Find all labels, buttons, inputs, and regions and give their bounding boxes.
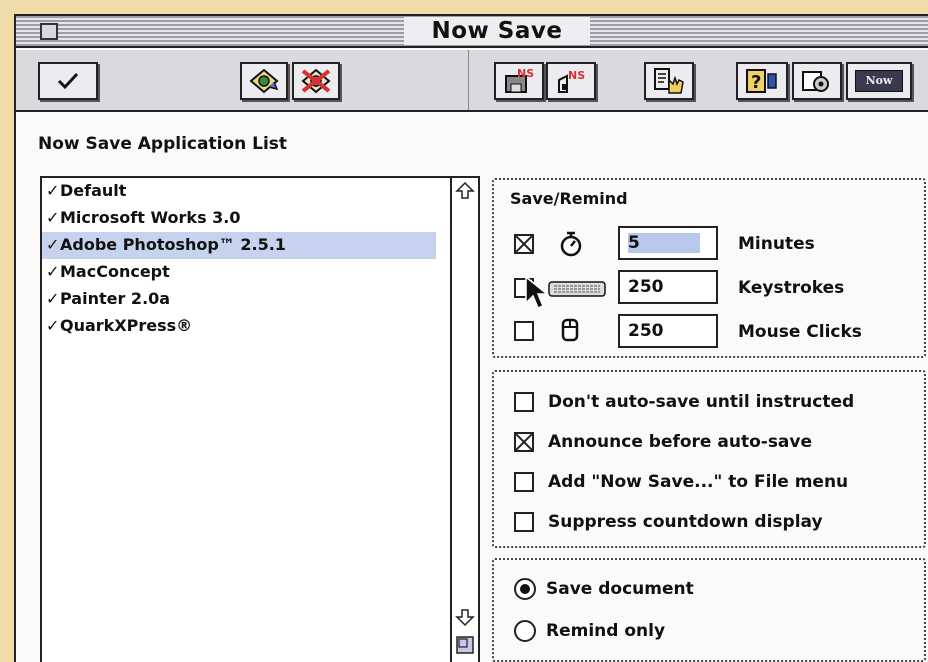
hand-button[interactable] [644, 62, 694, 100]
check-mark-icon: ✓ [46, 262, 60, 281]
list-item-selected[interactable]: ✓Adobe Photoshop™ 2.5.1 [42, 232, 436, 259]
ok-button[interactable] [38, 62, 98, 100]
keystrokes-field[interactable]: 250 [618, 270, 718, 304]
minutes-value: 5 [628, 233, 700, 253]
now-logo-icon: Now [855, 70, 903, 92]
window-title: Now Save [404, 17, 590, 45]
remove-app-icon [301, 68, 331, 94]
option-row[interactable]: Announce before auto-save [514, 432, 812, 452]
now-logo-label: Now [865, 74, 893, 87]
checkmark-icon [57, 72, 79, 90]
check-mark-icon: ✓ [46, 235, 60, 254]
list-item[interactable]: ✓Microsoft Works 3.0 [42, 205, 436, 232]
save-document-label: Save document [546, 579, 694, 599]
title-bar[interactable]: Now Save [16, 16, 928, 48]
mode-group: Save document Remind only [492, 558, 926, 662]
preferences-icon [802, 71, 829, 92]
option-row[interactable]: Suppress countdown display [514, 512, 823, 532]
mouse-icon [561, 318, 579, 342]
keyboard-icon [548, 281, 606, 297]
remind-only-option[interactable]: Remind only [514, 620, 665, 642]
scroll-up-arrow-icon[interactable] [454, 180, 476, 202]
remind-only-radio[interactable] [514, 620, 536, 642]
save-remind-group: Save/Remind 5 Minutes 250 Keystrokes 250… [492, 178, 926, 358]
list-scrollbar[interactable] [450, 178, 478, 662]
toolbar: NS NS ? Now [16, 50, 928, 112]
list-item[interactable]: ✓QuarkXPress® [42, 313, 436, 340]
list-item-label: Painter 2.0a [60, 289, 171, 308]
remind-only-label: Remind only [546, 621, 666, 641]
application-list-items: ✓Default ✓Microsoft Works 3.0 ✓Adobe Pho… [42, 178, 436, 340]
suppress-countdown-checkbox[interactable] [514, 512, 534, 532]
option-row[interactable]: Don't auto-save until instructed [514, 392, 854, 412]
svg-text:NS: NS [517, 67, 534, 80]
mouse-clicks-field[interactable]: 250 [618, 314, 718, 348]
save-document-option[interactable]: Save document [514, 578, 694, 600]
list-item[interactable]: ✓Painter 2.0a [42, 286, 436, 313]
remind-stamp-button[interactable]: NS [546, 62, 596, 100]
list-item[interactable]: ✓MacConcept [42, 259, 436, 286]
remove-app-button[interactable] [292, 62, 340, 100]
option-row[interactable]: Add "Now Save..." to File menu [514, 472, 848, 492]
resize-grip-icon[interactable] [454, 634, 476, 656]
stopwatch-icon [560, 231, 582, 257]
mouse-clicks-checkbox[interactable] [514, 321, 534, 341]
check-mark-icon: ✓ [46, 208, 60, 227]
add-to-file-menu-label: Add "Now Save..." to File menu [548, 472, 849, 492]
save-document-radio[interactable] [514, 578, 536, 600]
announce-label: Announce before auto-save [548, 432, 813, 452]
list-item-label: Adobe Photoshop™ 2.5.1 [60, 235, 286, 254]
mouse-clicks-value: 250 [628, 321, 664, 341]
svg-text:?: ? [751, 72, 761, 93]
options-group: Don't auto-save until instructed Announc… [492, 370, 926, 548]
svg-text:NS: NS [568, 69, 585, 82]
save-stamp-icon: NS [505, 67, 534, 93]
announce-checkbox[interactable] [514, 432, 534, 452]
keystrokes-label: Keystrokes [738, 278, 845, 298]
help-icon: ? [746, 69, 777, 93]
remind-stamp-icon: NS [558, 69, 585, 93]
dont-auto-save-label: Don't auto-save until instructed [548, 392, 855, 412]
minutes-checkbox[interactable] [514, 234, 534, 254]
dont-auto-save-checkbox[interactable] [514, 392, 534, 412]
save-stamp-button[interactable]: NS [494, 62, 544, 100]
app-list-title: Now Save Application List [38, 134, 288, 154]
list-item-label: MacConcept [60, 262, 170, 281]
preferences-button[interactable] [792, 62, 842, 100]
help-button[interactable]: ? [736, 62, 788, 100]
keystrokes-value: 250 [628, 277, 664, 297]
arrow-cursor-icon [525, 275, 550, 309]
check-mark-icon: ✓ [46, 181, 60, 200]
now-logo-button[interactable]: Now [846, 62, 912, 100]
now-save-window: Now Save NS NS ? Now Now Save Applicatio… [14, 14, 928, 662]
toolbar-divider [468, 50, 469, 110]
mouse-clicks-label: Mouse Clicks [738, 322, 862, 342]
application-list[interactable]: ✓Default ✓Microsoft Works 3.0 ✓Adobe Pho… [40, 176, 480, 662]
add-app-icon [249, 68, 279, 94]
list-item-label: Microsoft Works 3.0 [60, 208, 241, 227]
minutes-label: Minutes [738, 234, 815, 254]
minutes-field[interactable]: 5 [618, 226, 718, 260]
check-mark-icon: ✓ [46, 316, 60, 335]
add-to-file-menu-checkbox[interactable] [514, 472, 534, 492]
list-item-label: Default [60, 181, 127, 200]
scroll-down-arrow-icon[interactable] [454, 606, 476, 628]
hand-icon [654, 68, 684, 94]
list-item[interactable]: ✓Default [42, 178, 436, 205]
check-mark-icon: ✓ [46, 289, 60, 308]
suppress-countdown-label: Suppress countdown display [548, 512, 823, 532]
save-remind-title: Save/Remind [510, 189, 628, 208]
add-app-button[interactable] [240, 62, 288, 100]
close-box[interactable] [40, 23, 58, 40]
list-item-label: QuarkXPress® [60, 316, 193, 335]
